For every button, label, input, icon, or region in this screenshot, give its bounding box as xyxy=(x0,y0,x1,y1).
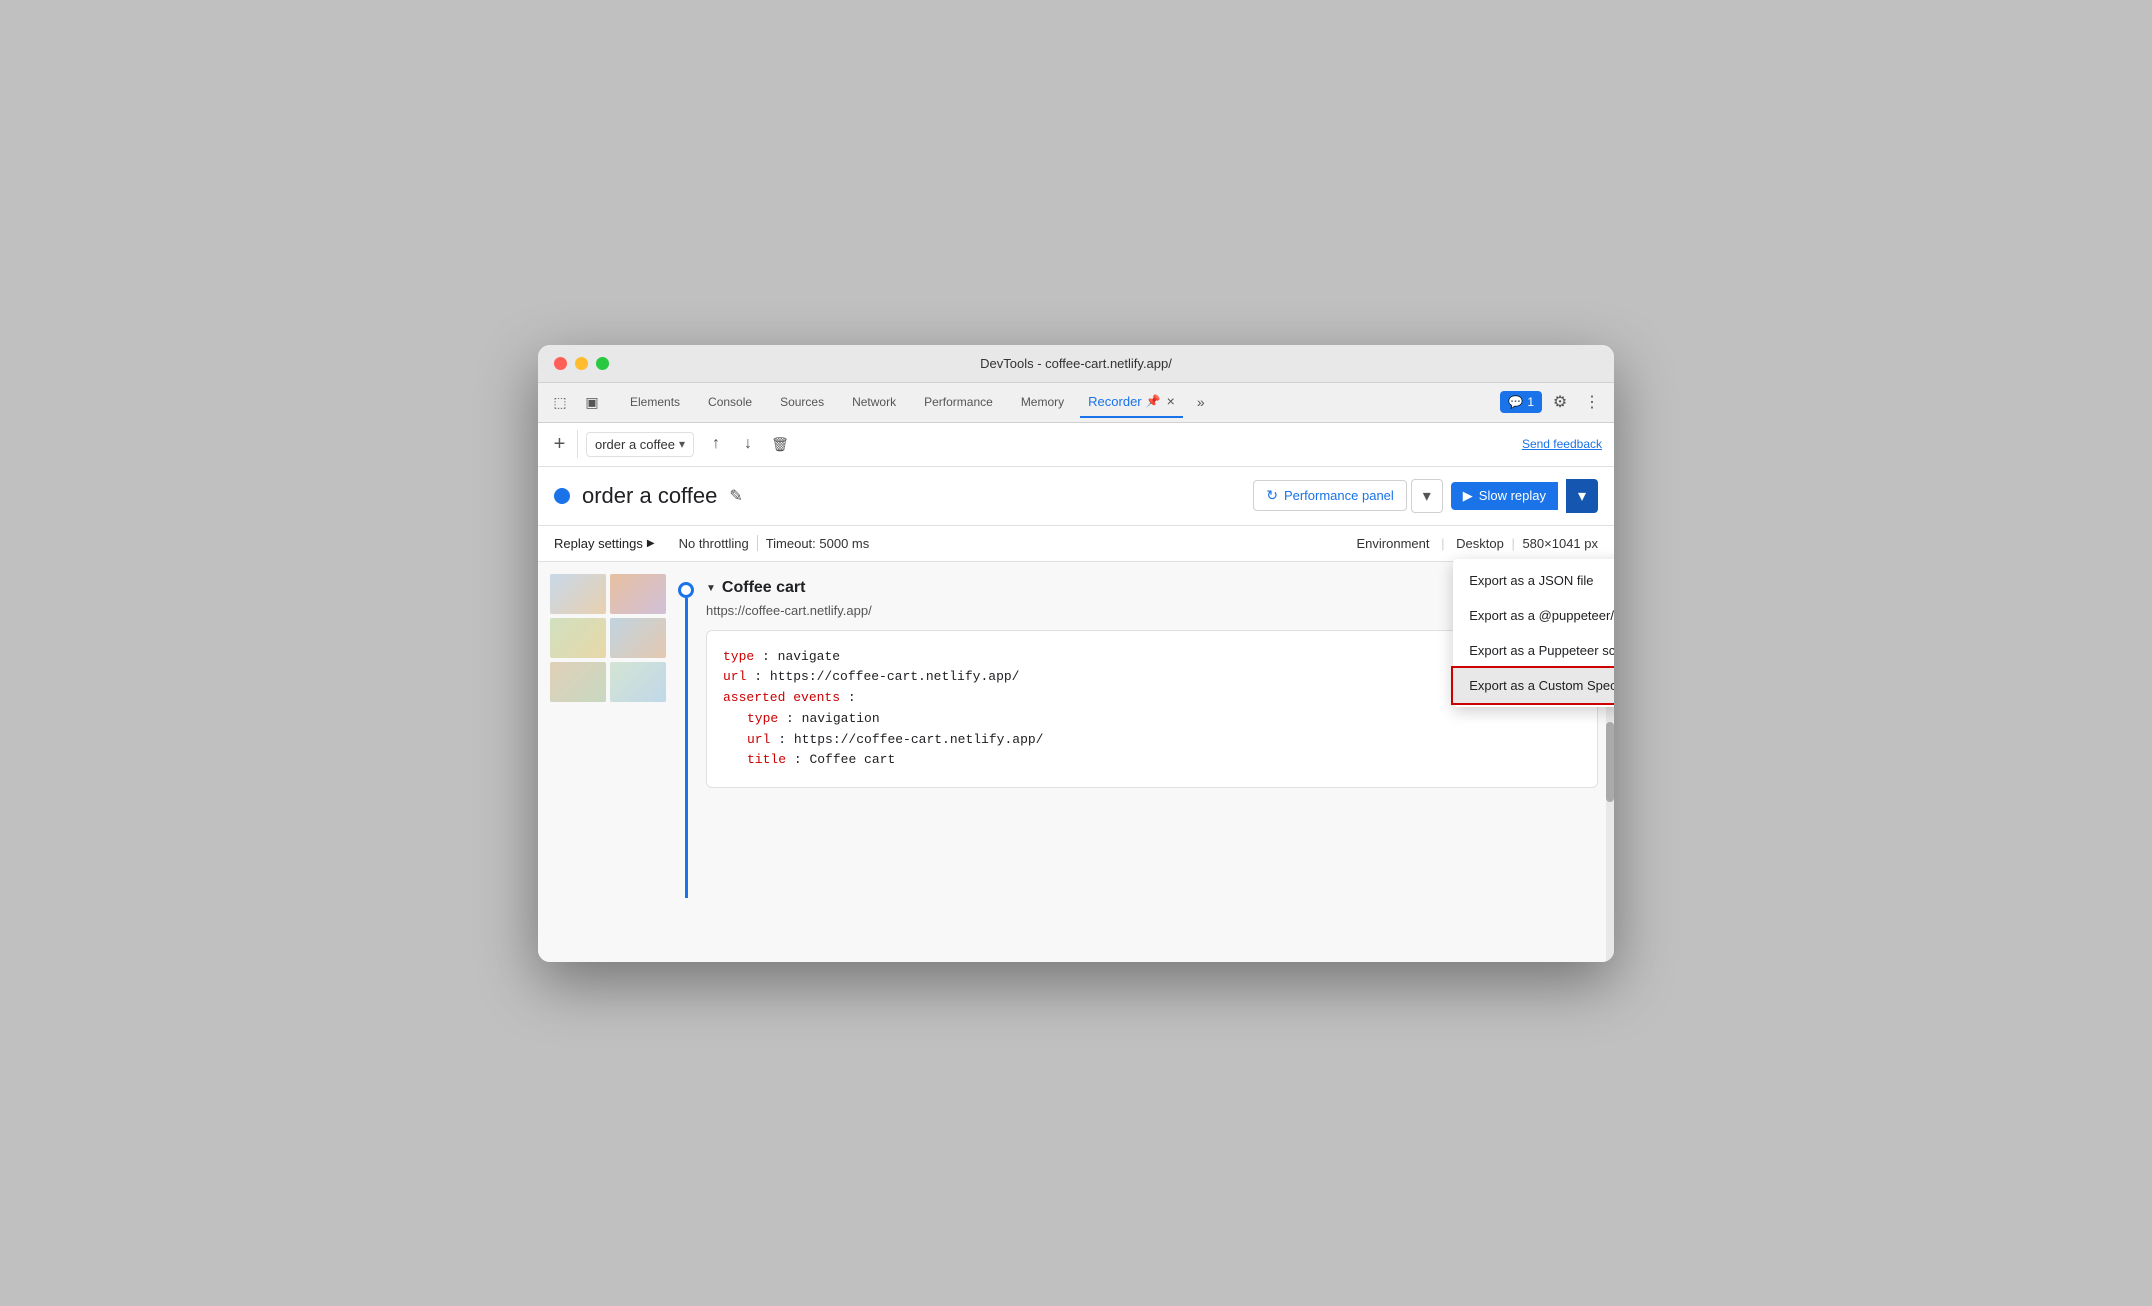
recorder-toolbar: + order a coffee ▾ ↑ ↓ 🗑 Send feedback xyxy=(538,423,1614,467)
performance-panel-dropdown[interactable]: ▾ xyxy=(1411,479,1443,513)
more-tabs-icon[interactable]: » xyxy=(1187,388,1215,416)
send-feedback-link[interactable]: Send feedback xyxy=(1522,437,1602,451)
more-options-icon[interactable]: ⋮ xyxy=(1578,388,1606,416)
toolbar-actions: ↑ ↓ 🗑 xyxy=(702,430,794,458)
delete-button[interactable]: 🗑 xyxy=(766,430,794,458)
thumbnail-3[interactable] xyxy=(550,618,606,658)
play-icon: ▶ xyxy=(1463,488,1473,504)
replay-settings-label[interactable]: Replay settings ▶ xyxy=(554,536,655,551)
export-puppeteer-replay-item[interactable]: Export as a @puppeteer/replay script xyxy=(1453,598,1614,633)
maximize-button[interactable] xyxy=(596,357,609,370)
slow-replay-label: Slow replay xyxy=(1479,488,1546,503)
chevron-down-icon: ▾ xyxy=(679,437,685,451)
timeline-line xyxy=(685,598,688,898)
import-button[interactable]: ↓ xyxy=(734,430,762,458)
device-icon[interactable]: ▣ xyxy=(578,388,606,416)
tab-network[interactable]: Network xyxy=(840,386,908,418)
timeline-circle xyxy=(678,582,694,598)
devtools-window: DevTools - coffee-cart.netlify.app/ ⬚ ▣ … xyxy=(538,345,1614,962)
settings-triangle-icon: ▶ xyxy=(647,538,655,549)
step-title: Coffee cart xyxy=(722,579,806,597)
recording-actions: ↻ Performance panel ▾ ▶ Slow replay ▾ Ex… xyxy=(1253,479,1598,513)
thumbnail-6[interactable] xyxy=(610,662,666,702)
recording-selector[interactable]: order a coffee ▾ xyxy=(586,432,694,457)
window-title: DevTools - coffee-cart.netlify.app/ xyxy=(980,356,1172,371)
slow-replay-dropdown[interactable]: ▾ xyxy=(1566,479,1598,513)
tab-bar: ⬚ ▣ Elements Console Sources Network Per… xyxy=(538,383,1614,423)
tab-elements[interactable]: Elements xyxy=(618,386,692,418)
tab-memory[interactable]: Memory xyxy=(1009,386,1076,418)
thumbnail-4[interactable] xyxy=(610,618,666,658)
refresh-icon: ↻ xyxy=(1266,487,1278,504)
code-line-inner-url: url : https://coffee-cart.netlify.app/ xyxy=(723,730,1581,751)
thumbnail-grid xyxy=(550,574,666,702)
export-button[interactable]: ↑ xyxy=(702,430,730,458)
recording-title-row: order a coffee ✎ xyxy=(554,483,743,509)
tab-performance[interactable]: Performance xyxy=(912,386,1005,418)
performance-panel-label: Performance panel xyxy=(1284,488,1394,503)
thumbnail-5[interactable] xyxy=(550,662,606,702)
slow-replay-button[interactable]: ▶ Slow replay xyxy=(1451,482,1558,510)
tab-bar-right: 💬 1 ⚙ ⋮ xyxy=(1500,388,1606,416)
timeout-value: Timeout: 5000 ms xyxy=(758,534,878,553)
tab-recorder[interactable]: Recorder 📌 × xyxy=(1080,386,1183,418)
cursor-icon[interactable]: ⬚ xyxy=(546,388,574,416)
title-bar: DevTools - coffee-cart.netlify.app/ xyxy=(538,345,1614,383)
settings-right: Environment | Desktop | 580×1041 px xyxy=(1356,536,1598,551)
export-dropdown: Export as a JSON file Export as a @puppe… xyxy=(1453,559,1614,707)
step-expand-icon[interactable]: ▼ xyxy=(706,583,716,594)
feedback-button[interactable]: 💬 1 xyxy=(1500,391,1542,413)
recorder-close-icon[interactable]: × xyxy=(1167,393,1175,409)
pin-icon: 📌 xyxy=(1146,394,1161,408)
tab-console[interactable]: Console xyxy=(696,386,764,418)
step-title-row: ▼ Coffee cart xyxy=(706,579,805,597)
chat-icon: 💬 xyxy=(1508,395,1523,409)
recording-title: order a coffee xyxy=(582,483,717,509)
minimize-button[interactable] xyxy=(575,357,588,370)
recorder-label: Recorder xyxy=(1088,394,1141,409)
tab-sources[interactable]: Sources xyxy=(768,386,836,418)
edit-title-icon[interactable]: ✎ xyxy=(729,486,742,506)
thumbnail-1[interactable] xyxy=(550,574,606,614)
thumbnail-2[interactable] xyxy=(610,574,666,614)
code-line-inner-type: type : navigation xyxy=(723,709,1581,730)
settings-values: No throttling Timeout: 5000 ms xyxy=(671,534,878,553)
code-line-title: title : Coffee cart xyxy=(723,750,1581,771)
export-puppeteer-script-item[interactable]: Export as a Puppeteer script xyxy=(1453,633,1614,668)
export-json-item[interactable]: Export as a JSON file xyxy=(1453,563,1614,598)
timeline-line-container xyxy=(678,578,694,898)
environment-value: Desktop xyxy=(1456,536,1504,551)
recording-status-dot xyxy=(554,488,570,504)
environment-size: 580×1041 px xyxy=(1522,536,1598,551)
export-custom-special-item[interactable]: Export as a Custom Special script xyxy=(1453,668,1614,703)
settings-icon[interactable]: ⚙ xyxy=(1546,388,1574,416)
traffic-lights xyxy=(554,357,609,370)
settings-bar: Replay settings ▶ No throttling Timeout:… xyxy=(538,526,1614,562)
environment-label: Environment xyxy=(1356,536,1429,551)
thumbnail-panel xyxy=(538,562,678,962)
performance-panel-button[interactable]: ↻ Performance panel xyxy=(1253,480,1407,511)
scrollbar-thumb[interactable] xyxy=(1606,722,1614,802)
throttling-value: No throttling xyxy=(671,534,757,553)
devtools-nav-icons: ⬚ ▣ xyxy=(546,388,606,416)
recording-header: order a coffee ✎ ↻ Performance panel ▾ ▶… xyxy=(538,467,1614,526)
recording-name: order a coffee xyxy=(595,437,675,452)
add-recording-button[interactable]: + xyxy=(550,430,578,458)
close-button[interactable] xyxy=(554,357,567,370)
settings-left: Replay settings ▶ No throttling Timeout:… xyxy=(554,534,877,553)
